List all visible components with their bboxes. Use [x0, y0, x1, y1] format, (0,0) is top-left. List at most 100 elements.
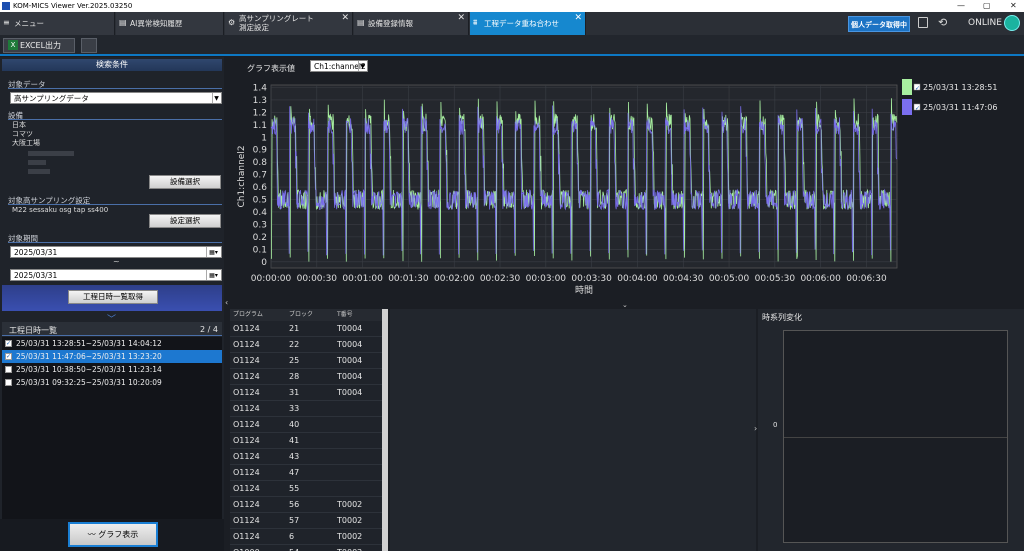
y-tick-label: 0.1: [253, 245, 267, 255]
maximize-button[interactable]: ▢: [983, 1, 991, 10]
x-tick-label: 00:05:00: [709, 274, 750, 284]
chart-panel: グラフ表示値 Ch1:channel2 ▼ 0 0.1 0.2 0.3 0.4 0.5 0.…: [230, 57, 1024, 307]
tab-high-sampling-settings[interactable]: ⚙ 高サンプリングレート 測定設定 ✕: [225, 12, 353, 35]
line-chart: 0 0.1 0.2 0.3 0.4 0.5 0.6 0.7 0.8 0.9 1 1.1 1.2 1.3 1.…: [237, 79, 997, 296]
timeseries-zero-label: 0: [773, 421, 778, 429]
table-row[interactable]: O1124 21 T0004: [230, 321, 382, 337]
collapse-left-icon[interactable]: ‹: [225, 298, 228, 307]
process-list-count: 2 / 4: [200, 325, 218, 334]
table-cell: O1124: [233, 532, 260, 541]
table-row[interactable]: O1124 43: [230, 449, 382, 465]
close-tab-icon[interactable]: ✕: [574, 13, 582, 23]
excel-export-button[interactable]: X EXCEL出力: [3, 38, 75, 53]
close-tab-icon[interactable]: ✕: [457, 13, 465, 23]
table-row[interactable]: O1124 28 T0004: [230, 369, 382, 385]
column-header-program: プログラム: [233, 311, 263, 318]
fetch-process-list-button[interactable]: 工程日時一覧取得: [68, 290, 158, 304]
table-row[interactable]: O1124 56 T0002: [230, 497, 382, 513]
table-row[interactable]: O1124 40: [230, 417, 382, 433]
blurred-text: [28, 169, 50, 174]
x-axis-label: 時間: [575, 285, 593, 296]
divider: [8, 242, 222, 243]
period-from-value: 2025/03/31: [14, 248, 58, 257]
monitor-icon[interactable]: [1004, 15, 1020, 31]
list-item[interactable]: 25/03/31 10:38:50~25/03/31 11:23:14: [2, 363, 222, 376]
expand-right-icon[interactable]: ›: [754, 424, 757, 433]
gear-icon: ⚙: [228, 18, 236, 27]
tab-equipment-registration[interactable]: ▤ 設備登録情報 ✕: [354, 12, 469, 35]
table-row[interactable]: O1124 6 T0002: [230, 529, 382, 545]
equipment-select-button[interactable]: 設備選択: [149, 175, 221, 189]
setting-select-button[interactable]: 設定選択: [149, 214, 221, 228]
legend-swatch: [902, 99, 912, 115]
tab-label: 工程データ重ね合わせ: [484, 19, 559, 28]
table-row[interactable]: O1124 47: [230, 465, 382, 481]
y-tick-label: 0.8: [253, 158, 268, 168]
x-tick-label: 00:00:30: [297, 274, 338, 284]
y-tick-label: 1.4: [253, 83, 268, 93]
calendar-icon[interactable]: ▦▾: [206, 270, 220, 280]
table-cell: T0004: [337, 340, 363, 349]
table-row[interactable]: O1124 25 T0004: [230, 353, 382, 369]
checkbox-icon[interactable]: [5, 366, 12, 373]
table-cell: O1124: [233, 468, 260, 477]
process-list-header: 工程日時一覧 2 / 4: [2, 322, 222, 336]
column-header-block: ブロック: [289, 311, 314, 318]
tab-process-overlay[interactable]: ⩩ 工程データ重ね合わせ ✕: [470, 12, 586, 35]
table-cell: O1124: [233, 484, 260, 493]
book-icon[interactable]: [918, 17, 928, 28]
table-cell: T0002: [337, 500, 363, 509]
table-cell: 40: [289, 420, 300, 429]
table-cell: O1124: [233, 356, 260, 365]
tab-menu[interactable]: ≡ メニュー: [0, 12, 115, 35]
table-scrollbar[interactable]: [382, 309, 388, 551]
process-list-title: 工程日時一覧: [9, 326, 57, 335]
column-header-tool: T番号: [337, 311, 353, 318]
table-cell: 56: [289, 500, 300, 509]
list-item[interactable]: ✓ 25/03/31 13:28:51~25/03/31 14:04:12: [2, 337, 222, 350]
period-to-input[interactable]: 2025/03/31 ▦▾: [10, 269, 222, 281]
channel-select[interactable]: Ch1:channel2 ▼: [310, 60, 368, 72]
excel-icon: X: [8, 40, 18, 50]
excel-export-label: EXCEL出力: [20, 41, 62, 50]
table-row[interactable]: O1124 41: [230, 433, 382, 449]
export-icon[interactable]: [81, 38, 97, 53]
sync-icon[interactable]: ⟲: [938, 16, 947, 29]
process-list: ✓ 25/03/31 13:28:51~25/03/31 14:04:12 ✓ 25…: [2, 337, 222, 519]
table-row[interactable]: O1124 33: [230, 401, 382, 417]
divider: [8, 204, 222, 205]
calendar-icon[interactable]: ▦▾: [206, 247, 220, 257]
collapse-down-icon[interactable]: ⌄: [622, 301, 628, 309]
table-cell: 31: [289, 388, 300, 397]
table-cell: T0004: [337, 356, 363, 365]
tab-label: メニュー: [14, 19, 44, 28]
close-tab-icon[interactable]: ✕: [341, 13, 349, 23]
checkbox-checked-icon[interactable]: ✓: [5, 340, 12, 347]
close-button[interactable]: ✕: [1010, 1, 1017, 10]
list-item[interactable]: ✓ 25/03/31 11:47:06~25/03/31 13:23:20: [2, 350, 222, 363]
target-data-select[interactable]: 高サンプリングデータ ▼: [10, 92, 222, 104]
table-cell: O1124: [233, 404, 260, 413]
toolbar: X EXCEL出力: [0, 35, 1024, 56]
tab-ai-anomaly-history[interactable]: ▤ AI異常検知履歴: [116, 12, 224, 35]
table-cell: T0004: [337, 388, 363, 397]
table-row[interactable]: O1124 22 T0004: [230, 337, 382, 353]
table-row[interactable]: O1000 54 T0002: [230, 545, 382, 551]
checkbox-icon[interactable]: [5, 379, 12, 386]
equipment-line: 大阪工場: [12, 139, 40, 147]
table-row[interactable]: O1124 31 T0004: [230, 385, 382, 401]
table-cell: T0004: [337, 324, 363, 333]
list-item[interactable]: 25/03/31 09:32:25~25/03/31 10:20:09: [2, 376, 222, 389]
y-tick-label: 0.3: [253, 220, 267, 230]
blurred-text: [28, 151, 74, 156]
graph-display-button[interactable]: 〰 グラフ表示: [68, 522, 158, 547]
table-cell: O1124: [233, 516, 260, 525]
minimize-button[interactable]: —: [957, 1, 965, 10]
period-separator: ~: [113, 257, 120, 266]
table-row[interactable]: O1124 55: [230, 481, 382, 497]
window-titlebar: KOM-MICS Viewer Ver.2025.03250 — ▢ ✕: [0, 0, 1024, 12]
checkbox-checked-icon[interactable]: ✓: [5, 353, 12, 360]
table-row[interactable]: O1124 57 T0002: [230, 513, 382, 529]
personal-data-badge[interactable]: 個人データ取得中: [848, 16, 910, 32]
table-cell: 43: [289, 452, 300, 461]
